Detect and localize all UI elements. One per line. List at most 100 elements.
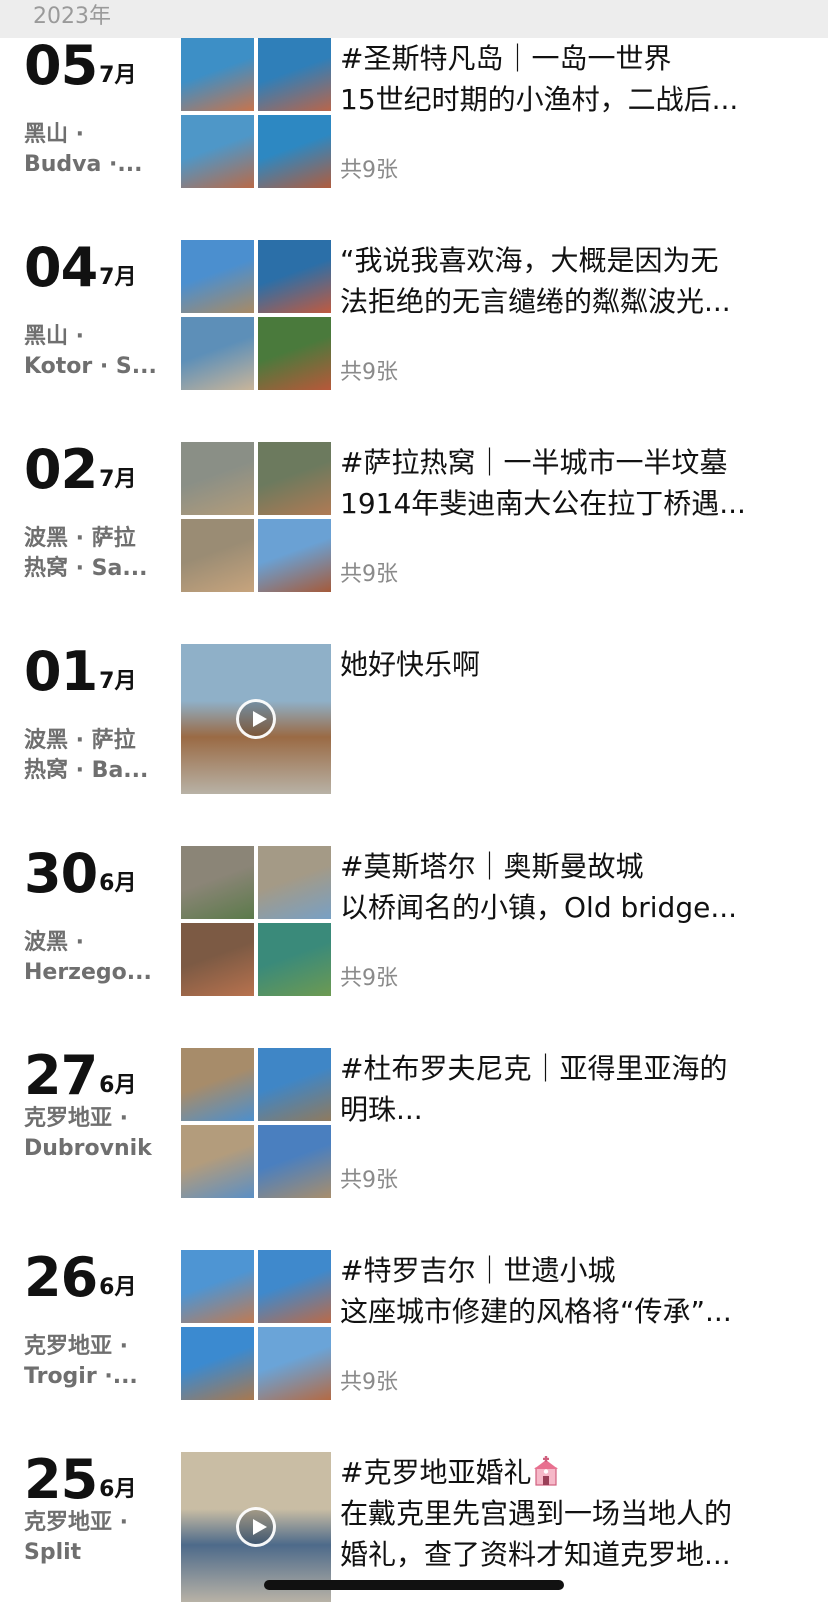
location-line: 波黑 · 萨拉 <box>24 526 136 551</box>
photo-thumbnail[interactable] <box>181 317 254 390</box>
photo-thumbnail[interactable] <box>258 1125 331 1198</box>
photo-thumbnail[interactable] <box>258 38 331 111</box>
location-line: 克罗地亚 · <box>24 1106 129 1131</box>
post-date: 047月 <box>24 240 136 296</box>
post-location: 波黑 · Herzego... <box>24 928 164 988</box>
location-line: 热窝 · Sa... <box>24 556 148 581</box>
post-title: 她好快乐啊 <box>340 648 481 681</box>
location-line: 克罗地亚 · <box>24 1510 129 1535</box>
photo-thumbnail[interactable] <box>181 442 254 515</box>
photo-thumbnail[interactable] <box>181 1327 254 1400</box>
photo-count: 共9张 <box>340 966 398 991</box>
photo-grid[interactable] <box>181 38 331 188</box>
post-day: 26 <box>24 1246 98 1309</box>
post-location: 黑山 · Kotor · S... <box>24 322 164 382</box>
post-location: 克罗地亚 · Split <box>24 1508 164 1568</box>
location-line: 克罗地亚 · <box>24 1334 129 1359</box>
photo-thumbnail[interactable] <box>258 846 331 919</box>
post-location: 波黑 · 萨拉 热窝 · Sa... <box>24 524 164 584</box>
post-item[interactable]: 276月 克罗地亚 · Dubrovnik #杜布罗夫尼克｜亚得里亚海的 明珠.… <box>0 1048 828 1248</box>
photo-thumbnail[interactable] <box>258 240 331 313</box>
post-description: 婚礼，查了资料才知道克罗地... <box>340 1538 731 1571</box>
location-line: 黑山 · <box>24 324 85 349</box>
photo-grid[interactable] <box>181 442 331 592</box>
post-day: 01 <box>24 640 98 703</box>
play-icon[interactable] <box>236 699 276 739</box>
post-text: #克罗地亚婚礼 在戴克里先宫遇到一场当地人的 婚礼，查了资料才知道克罗地... <box>340 1452 800 1575</box>
post-text: 她好快乐啊 <box>340 644 800 685</box>
video-frame[interactable] <box>181 644 331 794</box>
post-location: 克罗地亚 · Dubrovnik <box>24 1104 164 1164</box>
photo-count: 共9张 <box>340 562 398 587</box>
post-item[interactable]: 057月 黑山 · Budva ·... #圣斯特凡岛｜一岛一世界 15世纪时期… <box>0 38 828 238</box>
post-month: 6月 <box>99 1073 137 1098</box>
photo-thumbnail[interactable] <box>258 442 331 515</box>
photo-thumbnail[interactable] <box>258 1250 331 1323</box>
post-title: #特罗吉尔｜世遗小城 <box>340 1254 616 1287</box>
video-thumbnail[interactable] <box>181 644 331 794</box>
post-description: 1914年斐迪南大公在拉丁桥遇... <box>340 487 746 520</box>
post-day: 04 <box>24 236 98 299</box>
post-item[interactable]: 027月 波黑 · 萨拉 热窝 · Sa... #萨拉热窝｜一半城市一半坟墓 1… <box>0 442 828 642</box>
post-item[interactable]: 306月 波黑 · Herzego... #莫斯塔尔｜奥斯曼故城 以桥闻名的小镇… <box>0 846 828 1046</box>
post-date: 017月 <box>24 644 136 700</box>
post-date: 306月 <box>24 846 136 902</box>
location-line: Trogir ·... <box>24 1364 138 1389</box>
photo-grid[interactable] <box>181 846 331 996</box>
post-title: #圣斯特凡岛｜一岛一世界 <box>340 42 672 75</box>
post-title: #萨拉热窝｜一半城市一半坟墓 <box>340 446 728 479</box>
post-item[interactable]: 266月 克罗地亚 · Trogir ·... #特罗吉尔｜世遗小城 这座城市修… <box>0 1250 828 1450</box>
photo-grid[interactable] <box>181 1048 331 1198</box>
photo-thumbnail[interactable] <box>181 1250 254 1323</box>
post-description: 明珠... <box>340 1093 423 1126</box>
timeline-feed: 057月 黑山 · Budva ·... #圣斯特凡岛｜一岛一世界 15世纪时期… <box>0 0 828 1602</box>
post-date: 027月 <box>24 442 136 498</box>
post-month: 7月 <box>99 467 137 492</box>
post-month: 7月 <box>99 63 137 88</box>
photo-thumbnail[interactable] <box>258 317 331 390</box>
post-month: 6月 <box>99 1275 137 1300</box>
photo-count: 共9张 <box>340 158 398 183</box>
photo-thumbnail[interactable] <box>181 923 254 996</box>
photo-thumbnail[interactable] <box>258 923 331 996</box>
post-title-row: #克罗地亚婚礼 <box>340 1452 800 1493</box>
photo-grid[interactable] <box>181 240 331 390</box>
post-day: 02 <box>24 438 98 501</box>
location-line: 波黑 · 萨拉 <box>24 728 136 753</box>
photo-thumbnail[interactable] <box>181 115 254 188</box>
photo-grid[interactable] <box>181 1250 331 1400</box>
post-description: 这座城市修建的风格将“传承”... <box>340 1295 732 1328</box>
location-line: Dubrovnik <box>24 1136 152 1161</box>
photo-thumbnail[interactable] <box>181 38 254 111</box>
photo-thumbnail[interactable] <box>181 240 254 313</box>
play-icon[interactable] <box>236 1507 276 1547</box>
post-month: 7月 <box>99 669 137 694</box>
photo-thumbnail[interactable] <box>181 846 254 919</box>
year-section-header: 2023年 <box>0 0 828 38</box>
post-month: 7月 <box>99 265 137 290</box>
post-description: 法拒绝的无言缱绻的粼粼波光... <box>340 285 731 318</box>
photo-thumbnail[interactable] <box>258 1327 331 1400</box>
post-description: 15世纪时期的小渔村，二战后... <box>340 83 739 116</box>
post-title: #杜布罗夫尼克｜亚得里亚海的 <box>340 1052 728 1085</box>
location-line: Budva ·... <box>24 152 143 177</box>
post-text: “我说我喜欢海，大概是因为无 法拒绝的无言缱绻的粼粼波光... <box>340 240 800 322</box>
post-title: #克罗地亚婚礼 <box>340 1456 532 1489</box>
location-line: Herzego... <box>24 960 152 985</box>
home-indicator[interactable] <box>264 1580 564 1590</box>
photo-thumbnail[interactable] <box>181 1048 254 1121</box>
wedding-chapel-icon <box>534 1456 559 1486</box>
photo-thumbnail[interactable] <box>258 115 331 188</box>
location-line: Split <box>24 1540 82 1565</box>
post-date: 256月 <box>24 1452 136 1508</box>
photo-thumbnail[interactable] <box>181 519 254 592</box>
location-line: 黑山 · <box>24 122 85 147</box>
location-line: Kotor · S... <box>24 354 157 379</box>
post-item[interactable]: 017月 波黑 · 萨拉 热窝 · Ba... 她好快乐啊 <box>0 644 828 844</box>
post-item[interactable]: 047月 黑山 · Kotor · S... “我说我喜欢海，大概是因为无 法拒… <box>0 240 828 440</box>
photo-thumbnail[interactable] <box>258 519 331 592</box>
post-location: 克罗地亚 · Trogir ·... <box>24 1332 164 1392</box>
photo-thumbnail[interactable] <box>181 1125 254 1198</box>
photo-thumbnail[interactable] <box>258 1048 331 1121</box>
post-text: #杜布罗夫尼克｜亚得里亚海的 明珠... <box>340 1048 800 1130</box>
